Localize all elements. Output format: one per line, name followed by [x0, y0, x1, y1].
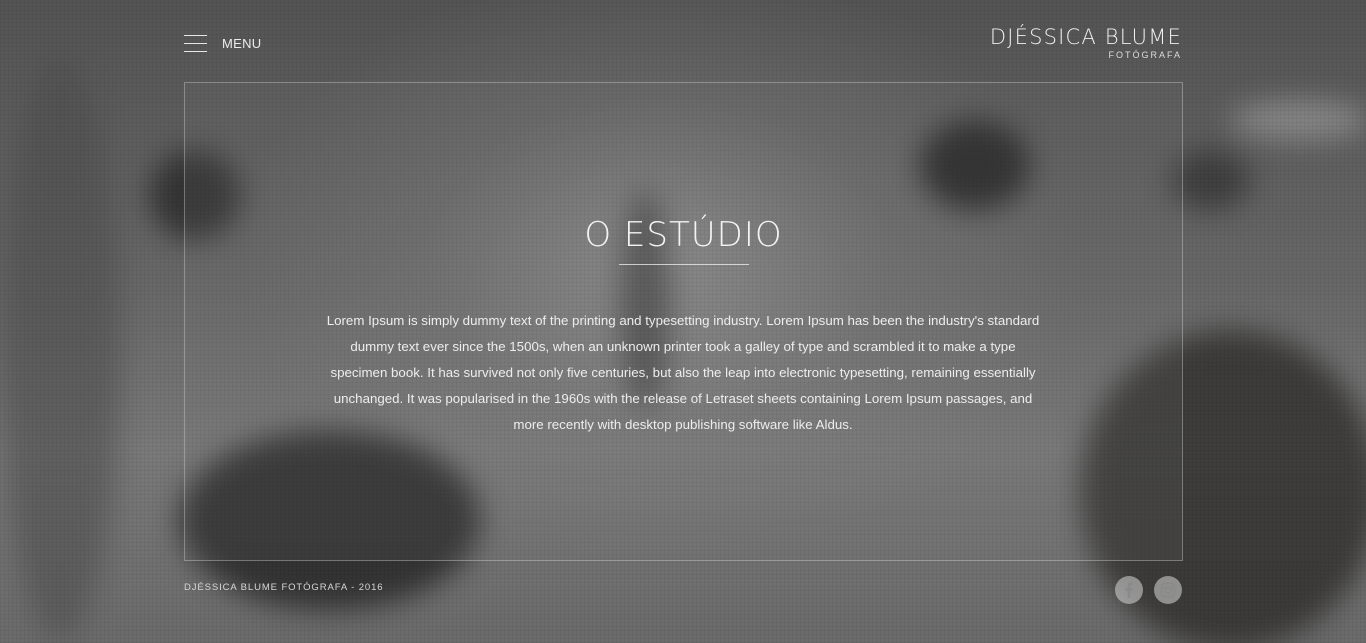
menu-label: MENU — [222, 35, 262, 51]
site-logo[interactable]: DJÉSSICA BLUME FOTÓGRAFA — [990, 24, 1182, 61]
content-panel: O ESTÚDIO Lorem Ipsum is simply dummy te… — [184, 82, 1183, 561]
menu-button[interactable]: MENU — [184, 32, 261, 54]
facebook-icon — [1125, 582, 1133, 598]
title-divider — [619, 264, 749, 265]
copyright-text: DJÉSSICA BLUME FOTÓGRAFA - 2016 — [184, 582, 384, 593]
page-title: O ESTÚDIO — [584, 215, 783, 255]
instagram-button[interactable] — [1154, 576, 1182, 604]
instagram-icon — [1160, 582, 1176, 598]
facebook-button[interactable] — [1115, 576, 1143, 604]
logo-subtitle: FOTÓGRAFA — [1108, 50, 1182, 60]
logo-name: DJÉSSICA BLUME — [989, 25, 1182, 49]
page-body-text: Lorem Ipsum is simply dummy text of the … — [326, 313, 1040, 432]
hamburger-icon — [184, 34, 207, 52]
social-links — [1115, 576, 1182, 604]
